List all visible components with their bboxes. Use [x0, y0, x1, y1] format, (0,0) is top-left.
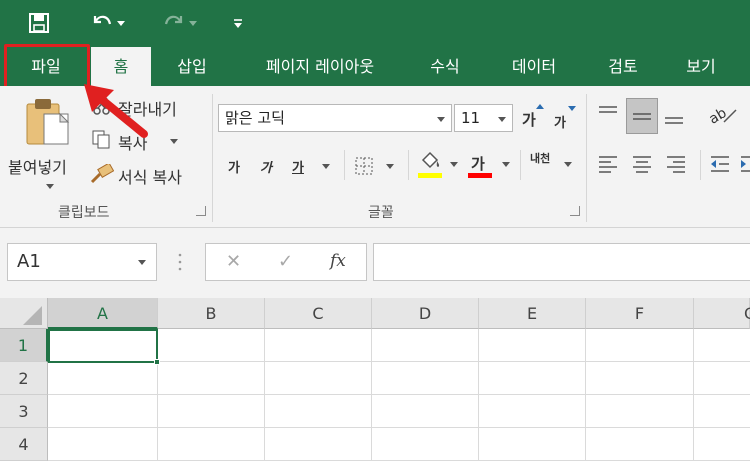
tab-view[interactable]: 보기: [668, 47, 734, 86]
insert-function-button[interactable]: fx: [330, 251, 346, 271]
column-header-g[interactable]: G: [694, 298, 750, 329]
redo-icon: [163, 12, 185, 34]
column-header-e[interactable]: E: [479, 298, 586, 329]
customize-qat-icon[interactable]: [228, 8, 248, 38]
row-header-1[interactable]: 1: [0, 329, 48, 362]
tab-review[interactable]: 검토: [590, 47, 656, 86]
tab-data[interactable]: 데이터: [494, 47, 574, 86]
font-group-label: 글꼴: [368, 205, 394, 221]
clipboard-dialog-launcher-icon[interactable]: [196, 206, 206, 216]
formula-bar-area: A1 ✕ ✓ fx: [0, 228, 750, 298]
clipboard-group-label: 클립보드: [58, 205, 110, 221]
top-align-icon: [596, 106, 620, 130]
italic-glyph: 가: [260, 161, 272, 176]
top-align-button[interactable]: [596, 102, 624, 134]
row-header-4[interactable]: 4: [0, 428, 48, 461]
underline-glyph: 가: [292, 161, 304, 176]
phonetic-glyph: 내천: [530, 152, 551, 165]
orientation-button[interactable]: ab: [706, 102, 750, 134]
alignment-separator: [700, 150, 701, 180]
italic-button[interactable]: 가: [258, 154, 280, 178]
column-header-f[interactable]: F: [586, 298, 694, 329]
enter-entry-button[interactable]: ✓: [278, 251, 293, 272]
fill-color-button[interactable]: [416, 150, 460, 180]
group-separator: [586, 94, 587, 222]
underline-button[interactable]: 가: [290, 154, 334, 178]
column-header-c[interactable]: C: [265, 298, 372, 329]
fill-handle[interactable]: [154, 359, 160, 365]
font-dialog-launcher-icon[interactable]: [570, 206, 580, 216]
align-center-icon: [630, 156, 654, 180]
name-box-value: A1: [17, 251, 41, 272]
paste-label: 붙여넣기: [8, 158, 67, 177]
shrink-font-button[interactable]: 가: [552, 104, 578, 132]
clipboard-icon: [24, 96, 72, 152]
worksheet-grid[interactable]: A B C D E F G 1 2 3 4: [0, 298, 750, 461]
formula-button-box: ✕ ✓ fx: [205, 243, 367, 281]
quick-access-toolbar: [0, 0, 750, 47]
bottom-align-button[interactable]: [662, 102, 690, 134]
font-color-bar: [468, 173, 492, 178]
paste-button[interactable]: 붙여넣기: [8, 94, 84, 194]
active-cell-a1[interactable]: [48, 329, 158, 363]
formula-input[interactable]: [373, 243, 750, 281]
column-header-d[interactable]: D: [372, 298, 479, 329]
column-header-b[interactable]: B: [158, 298, 265, 329]
middle-align-button[interactable]: [626, 98, 658, 134]
bold-button[interactable]: 가: [226, 154, 248, 178]
align-left-icon: [596, 156, 620, 180]
name-box[interactable]: A1: [7, 243, 157, 281]
bottom-align-icon: [662, 115, 686, 134]
font-name-combo[interactable]: 맑은 고딕: [218, 104, 452, 132]
font-size-value: 11: [461, 109, 481, 127]
orientation-icon: ab: [706, 105, 738, 130]
annotation-arrow-icon: [78, 80, 150, 144]
tab-formulas[interactable]: 수식: [412, 47, 478, 86]
row-header-2[interactable]: 2: [0, 362, 48, 395]
font-size-combo[interactable]: 11: [454, 104, 513, 132]
font-color-button[interactable]: 가: [468, 150, 512, 180]
svg-text:ab: ab: [706, 105, 729, 126]
decrease-indent-icon: [708, 156, 732, 180]
tab-insert[interactable]: 삽입: [160, 47, 224, 86]
group-separator: [212, 94, 213, 222]
align-center-button[interactable]: [630, 152, 658, 180]
format-painter-icon: [90, 162, 115, 188]
cancel-entry-button[interactable]: ✕: [226, 251, 241, 272]
format-painter-label: 서식 복사: [118, 168, 182, 187]
phonetic-button[interactable]: 내천: [528, 150, 576, 180]
shrink-font-glyph: 가: [554, 116, 566, 131]
align-right-button[interactable]: [664, 152, 692, 180]
increase-indent-button[interactable]: [738, 152, 750, 180]
increase-indent-icon: [738, 156, 750, 180]
row-header-3[interactable]: 3: [0, 395, 48, 428]
align-left-button[interactable]: [596, 152, 624, 180]
bold-glyph: 가: [228, 161, 240, 176]
font-color-glyph: 가: [471, 155, 485, 173]
font-separator: [408, 150, 409, 180]
column-header-a[interactable]: A: [48, 298, 158, 329]
tab-page-layout[interactable]: 페이지 레이아웃: [240, 47, 400, 86]
select-all-corner[interactable]: [0, 298, 48, 329]
decrease-indent-button[interactable]: [708, 152, 736, 180]
fill-color-bar: [418, 173, 442, 178]
save-icon[interactable]: [24, 8, 54, 38]
format-painter-button[interactable]: 서식 복사: [90, 162, 202, 188]
font-separator: [520, 150, 521, 180]
grow-font-button[interactable]: 가: [520, 104, 546, 132]
borders-button[interactable]: [354, 154, 398, 178]
align-right-icon: [664, 156, 688, 180]
formula-bar-handle-icon[interactable]: [178, 252, 182, 272]
grow-font-glyph: 가: [522, 111, 536, 129]
borders-icon: [354, 156, 374, 180]
font-name-value: 맑은 고딕: [225, 109, 285, 127]
middle-align-icon: [631, 105, 655, 133]
font-separator: [344, 150, 345, 180]
undo-button[interactable]: [88, 8, 128, 38]
undo-icon: [91, 12, 113, 34]
redo-button[interactable]: [156, 8, 204, 38]
